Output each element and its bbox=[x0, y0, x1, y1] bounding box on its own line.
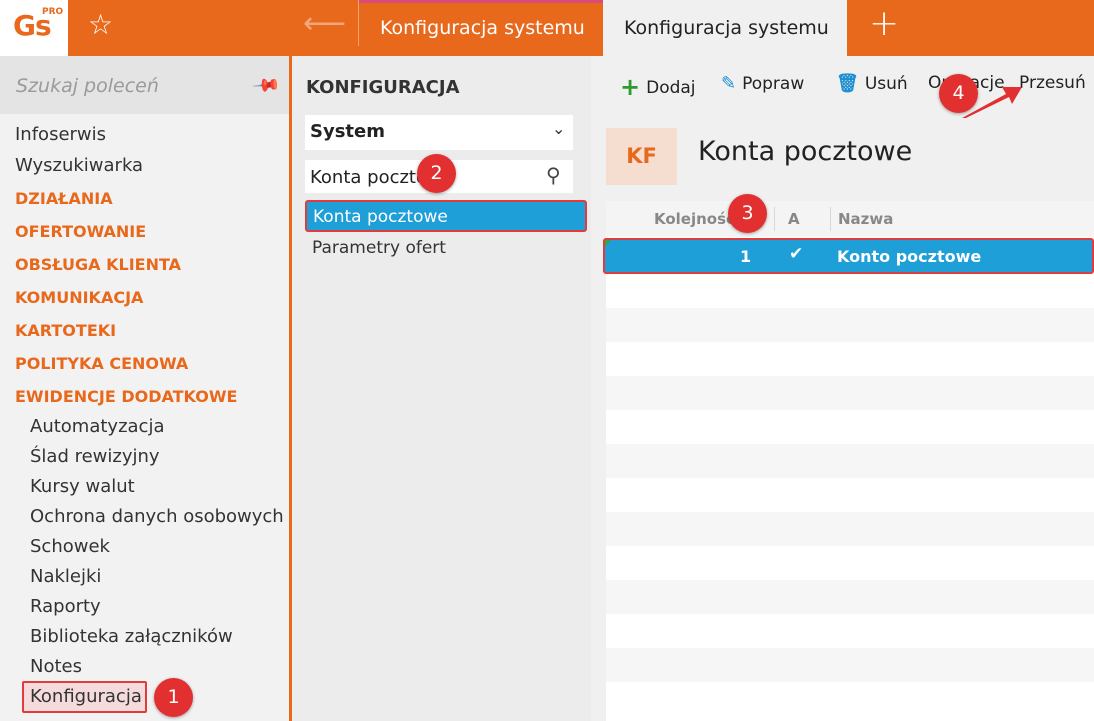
back-arrow-icon[interactable]: ⟵ bbox=[303, 9, 346, 39]
list-item-parametry-ofert[interactable]: Parametry ofert bbox=[312, 238, 446, 258]
sidebar-category-komunikacja[interactable]: KOMUNIKACJA bbox=[15, 288, 143, 307]
column-separator bbox=[774, 207, 775, 231]
add-button[interactable]: + Dodaj bbox=[620, 73, 696, 101]
module-badge-text: KF bbox=[626, 144, 657, 168]
table-row[interactable]: 1 ✔ Konto pocztowe bbox=[603, 238, 1094, 274]
grid-header: Kolejność A Nazwa bbox=[606, 201, 1094, 237]
row-order: 1 bbox=[740, 247, 752, 266]
edit-button[interactable]: ✎ Popraw bbox=[721, 73, 804, 94]
sidebar-category-ofertowanie[interactable]: OFERTOWANIE bbox=[15, 222, 146, 241]
step-badge-4: 4 bbox=[939, 74, 978, 113]
step-badge-3: 3 bbox=[728, 194, 767, 233]
sidebar-category-polityka-cenowa[interactable]: POLITYKA CENOWA bbox=[15, 354, 188, 373]
sidebar-item-ochrona-danych[interactable]: Ochrona danych osobowych bbox=[30, 506, 284, 527]
sidebar-item-konfiguracja[interactable]: Konfiguracja bbox=[30, 686, 142, 707]
tab-konfiguracja-2[interactable]: Konfiguracja systemu bbox=[603, 0, 847, 56]
data-grid: Kolejność A Nazwa 1 ✔ Konto pocztowe bbox=[603, 201, 1094, 721]
sidebar-item-slad-rewizyjny[interactable]: Ślad rewizyjny bbox=[30, 446, 160, 467]
column-header-kolejnosc[interactable]: Kolejność bbox=[654, 210, 735, 228]
tab-indicator bbox=[359, 0, 603, 3]
top-bar: Gs PRO ☆ ⟵ Konfiguracja systemu Konfigur… bbox=[0, 0, 1094, 56]
search-input[interactable]: Szukaj poleceń bbox=[16, 75, 159, 97]
add-button-label: Dodaj bbox=[646, 78, 696, 98]
trash-icon: 🗑 bbox=[836, 73, 859, 94]
favorite-star-icon[interactable]: ☆ bbox=[88, 11, 113, 39]
delete-button[interactable]: 🗑 Usuń bbox=[836, 73, 908, 94]
app-logo[interactable]: Gs PRO bbox=[0, 0, 68, 56]
sidebar-item-raporty[interactable]: Raporty bbox=[30, 596, 101, 617]
column-separator bbox=[830, 207, 831, 231]
move-button[interactable]: Przesuń bbox=[1019, 73, 1086, 93]
sidebar-item-automatyzacja[interactable]: Automatyzacja bbox=[30, 416, 164, 437]
column-header-a[interactable]: A bbox=[788, 210, 800, 228]
category-select-value: System bbox=[310, 121, 385, 142]
brush-icon: ✎ bbox=[721, 73, 737, 94]
chevron-down-icon[interactable]: ⌄ bbox=[552, 119, 565, 138]
column-header-nazwa[interactable]: Nazwa bbox=[838, 210, 893, 228]
sidebar-category-obsluga-klienta[interactable]: OBSŁUGA KLIENTA bbox=[15, 255, 181, 274]
page-title: Konta pocztowe bbox=[698, 136, 913, 167]
row-name: Konto pocztowe bbox=[837, 247, 982, 266]
command-search[interactable]: Szukaj poleceń 📌 bbox=[0, 56, 289, 114]
sidebar-item-naklejki[interactable]: Naklejki bbox=[30, 566, 101, 587]
sidebar-item-biblioteka[interactable]: Biblioteka załączników bbox=[30, 626, 233, 647]
sidebar-item-wyszukiwarka[interactable]: Wyszukiwarka bbox=[15, 155, 143, 176]
grid-empty-row bbox=[606, 308, 1094, 342]
step-badge-2: 2 bbox=[417, 154, 456, 193]
list-item-label: Konta pocztowe bbox=[313, 207, 448, 227]
row-marker bbox=[605, 240, 611, 246]
sidebar-category-ewidencje-dodatkowe[interactable]: EWIDENCJE DODATKOWE bbox=[15, 387, 237, 406]
grid-empty-row bbox=[606, 580, 1094, 614]
add-tab-icon[interactable]: + bbox=[869, 6, 899, 42]
logo-pro-label: PRO bbox=[42, 7, 64, 17]
check-icon: ✔ bbox=[789, 244, 804, 264]
grid-empty-row bbox=[606, 648, 1094, 682]
sidebar: Szukaj poleceń 📌 Infoserwis Wyszukiwarka… bbox=[0, 56, 289, 721]
list-item-konta-pocztowe[interactable]: Konta pocztowe bbox=[305, 200, 587, 232]
plus-icon: + bbox=[620, 73, 641, 101]
search-icon[interactable]: ⚲ bbox=[546, 163, 561, 187]
sidebar-item-kursy-walut[interactable]: Kursy walut bbox=[30, 476, 135, 497]
panel-title: KONFIGURACJA bbox=[306, 77, 460, 98]
step-badge-1: 1 bbox=[154, 678, 193, 717]
tab-konfiguracja-1[interactable]: Konfiguracja systemu bbox=[359, 0, 603, 56]
pin-icon[interactable]: 📌 bbox=[251, 70, 282, 100]
sidebar-item-schowek[interactable]: Schowek bbox=[30, 536, 110, 557]
delete-button-label: Usuń bbox=[864, 74, 908, 94]
edit-button-label: Popraw bbox=[742, 74, 805, 94]
sidebar-item-infoserwis[interactable]: Infoserwis bbox=[15, 124, 106, 145]
sidebar-item-notes[interactable]: Notes bbox=[30, 656, 82, 677]
sidebar-category-dzialania[interactable]: DZIAŁANIA bbox=[15, 189, 113, 208]
grid-empty-row bbox=[606, 512, 1094, 546]
grid-empty-row bbox=[606, 376, 1094, 410]
category-select[interactable]: System ⌄ bbox=[305, 115, 573, 150]
module-badge: KF bbox=[606, 128, 677, 185]
sidebar-category-kartoteki[interactable]: KARTOTEKI bbox=[15, 321, 116, 340]
content-area: +Dodaj ✎Popraw 🗑Usuń Operacje Przesuń KF… bbox=[591, 56, 1094, 721]
grid-empty-row bbox=[606, 444, 1094, 478]
